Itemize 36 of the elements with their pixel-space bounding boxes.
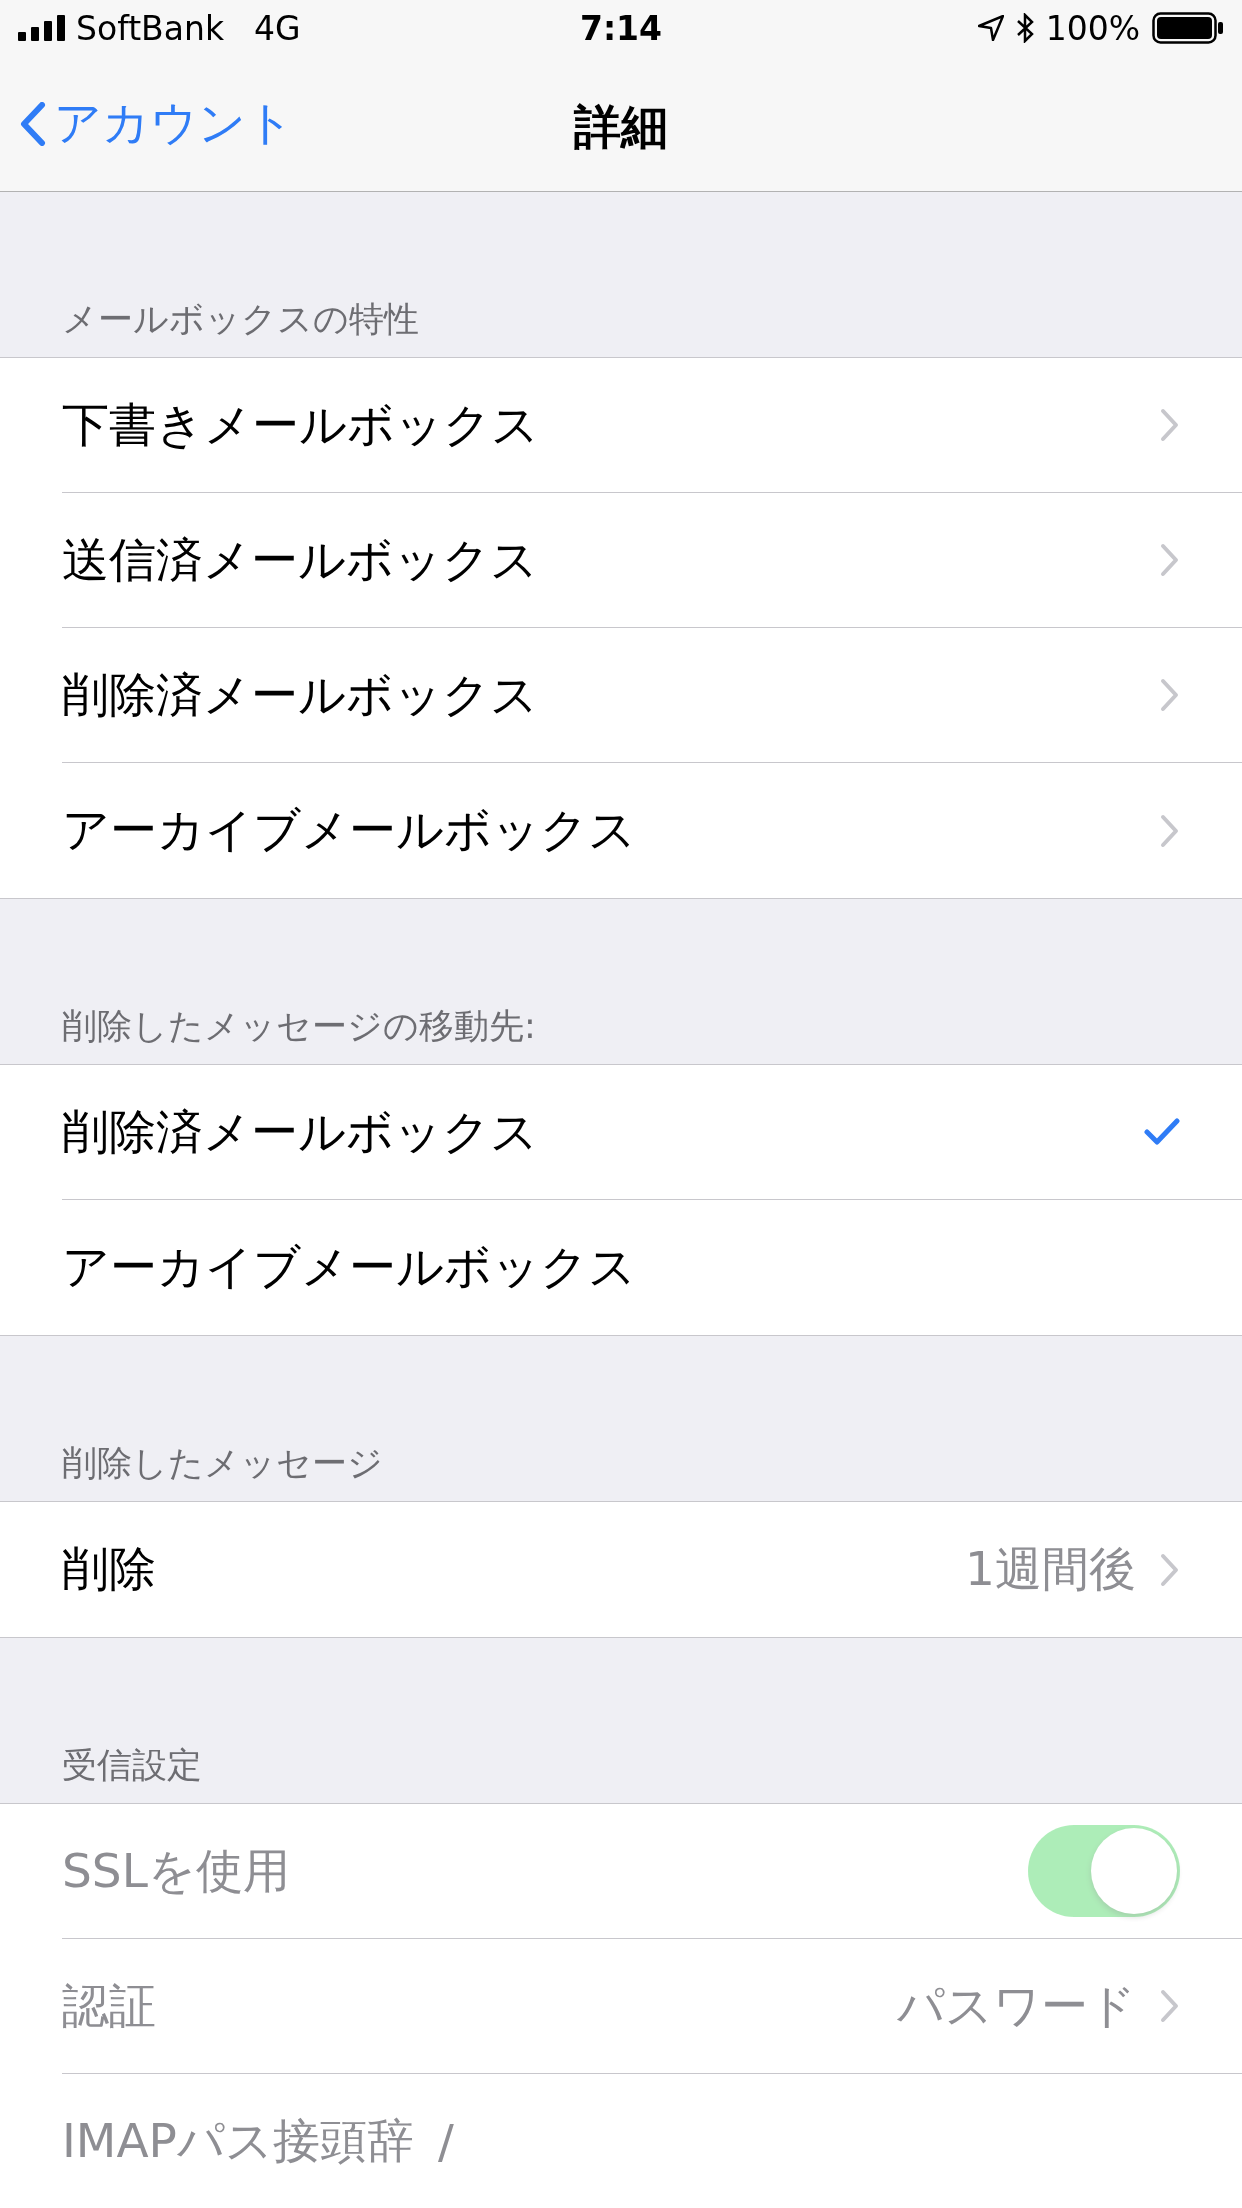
option-row[interactable]: 削除済メールボックス	[62, 1065, 1242, 1200]
row-label: SSLを使用	[62, 1841, 290, 1900]
chevron-icon	[1160, 678, 1180, 712]
settings-row[interactable]: 送信済メールボックス	[62, 493, 1242, 628]
back-button[interactable]: アカウント	[20, 92, 294, 155]
row-label: 下書きメールボックス	[62, 395, 539, 454]
row-label: 削除	[62, 1540, 156, 1598]
settings-row[interactable]: アーカイブメールボックス	[62, 763, 1242, 898]
settings-row[interactable]: 削除済メールボックス	[62, 628, 1242, 763]
row-label: 認証	[62, 1976, 156, 2035]
chevron-icon	[1160, 1989, 1180, 2023]
chevron-icon	[1160, 408, 1180, 442]
status-time: 7:14	[579, 8, 663, 48]
checkmark-icon	[1144, 1118, 1180, 1146]
location-arrow-icon	[977, 15, 1004, 41]
option-row[interactable]: アーカイブメールボックス	[62, 1200, 1242, 1335]
network-type: 4G	[254, 8, 301, 48]
row-label: アーカイブメールボックス	[62, 801, 636, 859]
row-value: 1週間後	[965, 1540, 1136, 1598]
row-label: 削除済メールボックス	[62, 665, 538, 724]
row-label: 削除済メールボックス	[62, 1102, 538, 1161]
chevron-icon	[1160, 1552, 1180, 1587]
battery-icon	[1152, 12, 1224, 44]
row-label: 送信済メールボックス	[62, 530, 538, 589]
row-label: IMAPパス接頭辞	[62, 2112, 414, 2170]
chevron-icon	[1160, 813, 1180, 848]
signal-icon	[18, 15, 66, 41]
back-chevron-icon	[20, 101, 46, 146]
settings-row[interactable]: 下書きメールボックス	[62, 358, 1242, 493]
row-label: アーカイブメールボックス	[62, 1238, 636, 1296]
battery-percent: 100%	[1045, 8, 1140, 48]
row-value: パスワード	[897, 1976, 1136, 2035]
bluetooth-icon	[1015, 13, 1034, 43]
chevron-icon	[1160, 543, 1180, 577]
nav-title: 詳細	[574, 98, 668, 156]
carrier-name: SoftBank	[76, 8, 224, 48]
